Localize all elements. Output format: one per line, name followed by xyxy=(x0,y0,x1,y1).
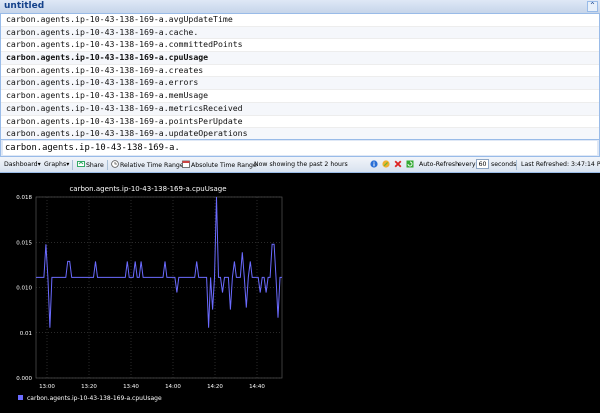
dashboard-menu[interactable]: Dashboard▾ xyxy=(4,160,41,169)
legend-swatch xyxy=(18,395,23,400)
edit-button[interactable] xyxy=(382,160,391,170)
x-tick-label: 13:20 xyxy=(81,384,97,390)
collapse-icon: ⌃ xyxy=(589,1,596,10)
chart-title: carbon.agents.ip-10-43-138-169-a.cpuUsag… xyxy=(69,185,226,193)
graph-panel: carbon.agents.ip-10-43-138-169-a.cpuUsag… xyxy=(0,173,600,409)
dropdown-arrow-icon: ▾ xyxy=(66,161,70,168)
refresh-button[interactable] xyxy=(406,160,415,170)
toolbar-separator xyxy=(72,160,73,170)
info-button[interactable] xyxy=(370,160,379,170)
every-label: every xyxy=(458,161,476,168)
calendar-icon xyxy=(182,160,190,168)
dropdown-arrow-icon: ▾ xyxy=(37,161,41,168)
share-icon xyxy=(77,161,85,167)
y-tick-label: 0.000 xyxy=(16,376,32,382)
graph-toolbar: Dashboard▾ Graphs▾ Share Relative Time R… xyxy=(0,157,600,173)
y-tick-label: 0.015 xyxy=(16,240,32,246)
relative-time-range-label: Relative Time Range xyxy=(120,162,184,169)
metric-list-item-selected[interactable]: carbon.agents.ip-10-43-138-169-a.cpuUsag… xyxy=(1,52,599,65)
share-button[interactable]: Share xyxy=(77,160,104,170)
legend-label: carbon.agents.ip-10-43-138-169-a.cpuUsag… xyxy=(27,395,162,402)
graphs-menu[interactable]: Graphs▾ xyxy=(44,160,69,169)
pencil-icon xyxy=(382,160,390,168)
y-tick-label: 0.018 xyxy=(16,195,32,201)
y-tick-label: 0.010 xyxy=(16,286,32,292)
metric-list-item[interactable]: carbon.agents.ip-10-43-138-169-a.committ… xyxy=(1,39,599,53)
metric-list-item[interactable]: carbon.agents.ip-10-43-138-169-a.cache. xyxy=(1,26,599,40)
metric-list-item[interactable]: carbon.agents.ip-10-43-138-169-a.creates xyxy=(1,65,599,78)
x-tick-label: 14:00 xyxy=(165,384,181,390)
share-label: Share xyxy=(86,162,104,169)
metric-path-bar xyxy=(0,139,600,157)
metric-path-input[interactable] xyxy=(3,141,597,155)
clock-icon xyxy=(111,160,119,168)
cpu-usage-chart[interactable]: carbon.agents.ip-10-43-138-169-a.cpuUsag… xyxy=(0,173,600,409)
metric-list-item[interactable]: carbon.agents.ip-10-43-138-169-a.errors xyxy=(1,77,599,91)
toolbar-separator xyxy=(107,160,108,170)
close-icon xyxy=(394,160,402,168)
metric-list-item[interactable]: carbon.agents.ip-10-43-138-169-a.avgUpda… xyxy=(1,14,599,27)
info-icon xyxy=(370,160,378,168)
metric-list: carbon.agents.ip-10-43-138-169-a.avgUpda… xyxy=(0,14,600,141)
graphs-menu-label: Graphs xyxy=(44,161,67,168)
refresh-interval-input[interactable] xyxy=(476,159,489,169)
metric-list-item[interactable]: carbon.agents.ip-10-43-138-169-a.pointsP… xyxy=(1,116,599,129)
metric-list-item[interactable]: carbon.agents.ip-10-43-138-169-a.memUsag… xyxy=(1,90,599,103)
x-tick-label: 14:40 xyxy=(249,384,265,390)
delete-button[interactable] xyxy=(394,160,403,170)
x-tick-label: 14:20 xyxy=(207,384,223,390)
absolute-time-range-label: Absolute Time Range xyxy=(191,162,257,169)
x-tick-label: 13:00 xyxy=(39,384,55,390)
seconds-label: seconds xyxy=(491,161,517,168)
refresh-icon xyxy=(406,160,414,168)
time-range-status: Now showing the past 2 hours xyxy=(254,161,348,168)
collapse-button[interactable]: ⌃ xyxy=(587,1,598,12)
last-refreshed-label: Last Refreshed: 3:47:14 PM xyxy=(521,161,600,168)
window-title: untitled xyxy=(4,1,45,11)
toolbar-separator xyxy=(516,160,517,170)
dashboard-menu-label: Dashboard xyxy=(4,161,38,168)
chart-background xyxy=(0,173,600,409)
absolute-time-range-button[interactable]: Absolute Time Range xyxy=(182,160,257,170)
auto-refresh-label[interactable]: Auto-Refresh xyxy=(419,160,459,169)
x-tick-label: 13:40 xyxy=(123,384,139,390)
window-header: untitled ⌃ xyxy=(0,0,600,14)
y-tick-label: 0.01 xyxy=(20,331,32,337)
relative-time-range-button[interactable]: Relative Time Range xyxy=(111,160,184,170)
metric-list-item[interactable]: carbon.agents.ip-10-43-138-169-a.metrics… xyxy=(1,102,599,116)
